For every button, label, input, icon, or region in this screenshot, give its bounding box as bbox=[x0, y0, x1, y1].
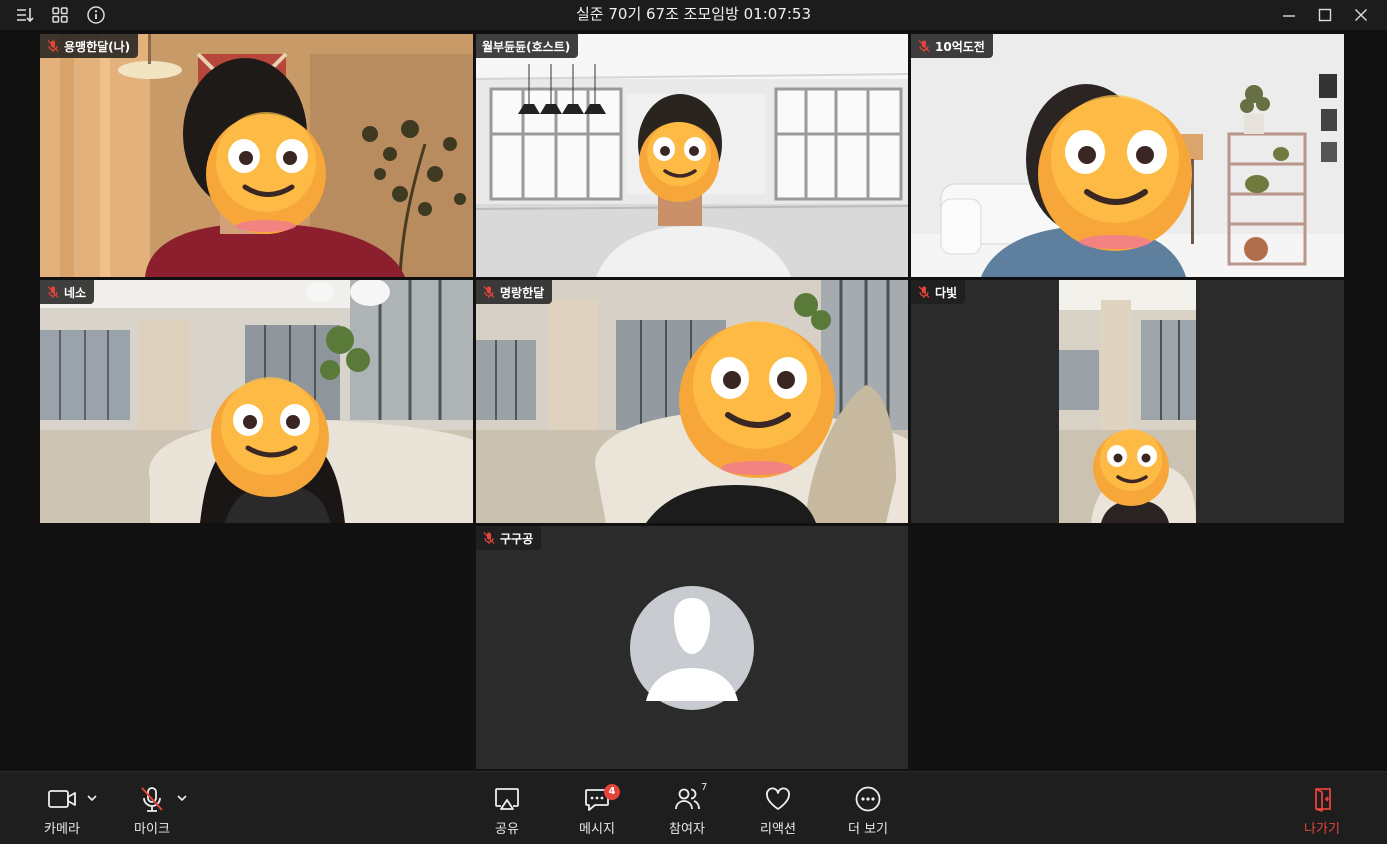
video-grid: 용맹한달(나) 월부듄듄(호스트) 10억도전 네소 명랑한달 다빛 구구공 bbox=[0, 30, 1387, 771]
participant-name-tag: 명랑한달 bbox=[476, 280, 553, 304]
sort-icon[interactable] bbox=[15, 5, 35, 25]
participants-label: 참여자 bbox=[669, 822, 705, 837]
mic-muted-icon bbox=[47, 40, 59, 52]
participant-name-tag: 10억도전 bbox=[911, 34, 993, 58]
more-icon bbox=[855, 786, 881, 812]
unread-badge: 4 bbox=[604, 784, 620, 800]
exit-door-icon bbox=[1315, 788, 1331, 812]
video-tile[interactable]: 네소 bbox=[40, 280, 473, 523]
mic-muted-icon bbox=[141, 787, 163, 812]
participants-icon bbox=[675, 788, 700, 810]
mic-muted-icon bbox=[918, 286, 930, 298]
participant-name: 월부듄듄(호스트) bbox=[482, 39, 571, 54]
maximize-icon[interactable] bbox=[1312, 3, 1338, 27]
chevron-down-icon[interactable] bbox=[176, 792, 188, 804]
leave-label: 나가기 bbox=[1304, 822, 1340, 837]
participant-name: 용맹한달(나) bbox=[64, 39, 131, 54]
mic-muted-icon bbox=[483, 532, 495, 544]
messages-label: 메시지 bbox=[579, 822, 615, 837]
messages-button[interactable]: 4 메시지 bbox=[557, 782, 637, 838]
participant-name-tag: 다빛 bbox=[911, 280, 966, 304]
video-feed bbox=[40, 280, 473, 523]
mic-label: 마이크 bbox=[134, 822, 170, 837]
video-feed bbox=[476, 34, 908, 277]
video-feed bbox=[1059, 280, 1196, 523]
reaction-label: 리액션 bbox=[760, 822, 796, 837]
participant-name: 네소 bbox=[64, 285, 87, 300]
camera-button[interactable]: 카메라 bbox=[22, 782, 102, 838]
chevron-down-icon[interactable] bbox=[86, 792, 98, 804]
video-feed bbox=[911, 34, 1344, 277]
video-tile[interactable]: 구구공 bbox=[476, 526, 908, 769]
more-label: 더 보기 bbox=[847, 822, 888, 837]
video-tile[interactable]: 월부듄듄(호스트) bbox=[476, 34, 908, 277]
heart-icon bbox=[766, 787, 790, 810]
reaction-button[interactable]: 리액션 bbox=[738, 782, 818, 838]
minimize-icon[interactable] bbox=[1276, 3, 1302, 27]
video-tile[interactable]: 다빛 bbox=[911, 280, 1344, 523]
mic-muted-icon bbox=[47, 286, 59, 298]
video-feed bbox=[40, 34, 473, 277]
camera-label: 카메라 bbox=[44, 822, 80, 837]
mic-button[interactable]: 마이크 bbox=[112, 782, 192, 838]
participant-name-tag: 네소 bbox=[40, 280, 95, 304]
participant-name-tag: 구구공 bbox=[476, 526, 542, 550]
video-feed bbox=[476, 280, 908, 523]
meeting-title: 실준 70기 67조 조모임방 01:07:53 bbox=[575, 5, 811, 23]
mic-muted-icon bbox=[483, 286, 495, 298]
participant-name: 10억도전 bbox=[935, 39, 985, 54]
participant-name-tag: 월부듄듄(호스트) bbox=[476, 34, 579, 58]
camera-icon bbox=[48, 790, 76, 808]
participant-name: 구구공 bbox=[500, 531, 534, 546]
info-icon[interactable] bbox=[86, 5, 106, 25]
video-tile[interactable]: 명랑한달 bbox=[476, 280, 908, 523]
video-tile[interactable]: 10억도전 bbox=[911, 34, 1344, 277]
participant-name-tag: 용맹한달(나) bbox=[40, 34, 139, 58]
participant-name: 명랑한달 bbox=[500, 285, 545, 300]
screen-share-icon bbox=[495, 788, 519, 810]
more-button[interactable]: 더 보기 bbox=[828, 782, 908, 838]
meeting-toolbar: 카메라 마이크 공유 4 메시지 7 참여자 리액션 더 보기 나가기 bbox=[0, 771, 1387, 844]
participants-count: 7 bbox=[701, 782, 708, 793]
share-button[interactable]: 공유 bbox=[467, 782, 547, 838]
leave-button[interactable]: 나가기 bbox=[1282, 782, 1362, 838]
video-tile[interactable]: 용맹한달(나) bbox=[40, 34, 473, 277]
share-label: 공유 bbox=[495, 822, 519, 837]
title-bar: 실준 70기 67조 조모임방 01:07:53 bbox=[0, 0, 1387, 30]
grid-view-icon[interactable] bbox=[50, 5, 70, 25]
mic-muted-icon bbox=[918, 40, 930, 52]
participants-button[interactable]: 7 참여자 bbox=[647, 782, 727, 838]
participant-name: 다빛 bbox=[935, 285, 958, 300]
close-icon[interactable] bbox=[1348, 3, 1374, 27]
avatar bbox=[630, 586, 754, 710]
